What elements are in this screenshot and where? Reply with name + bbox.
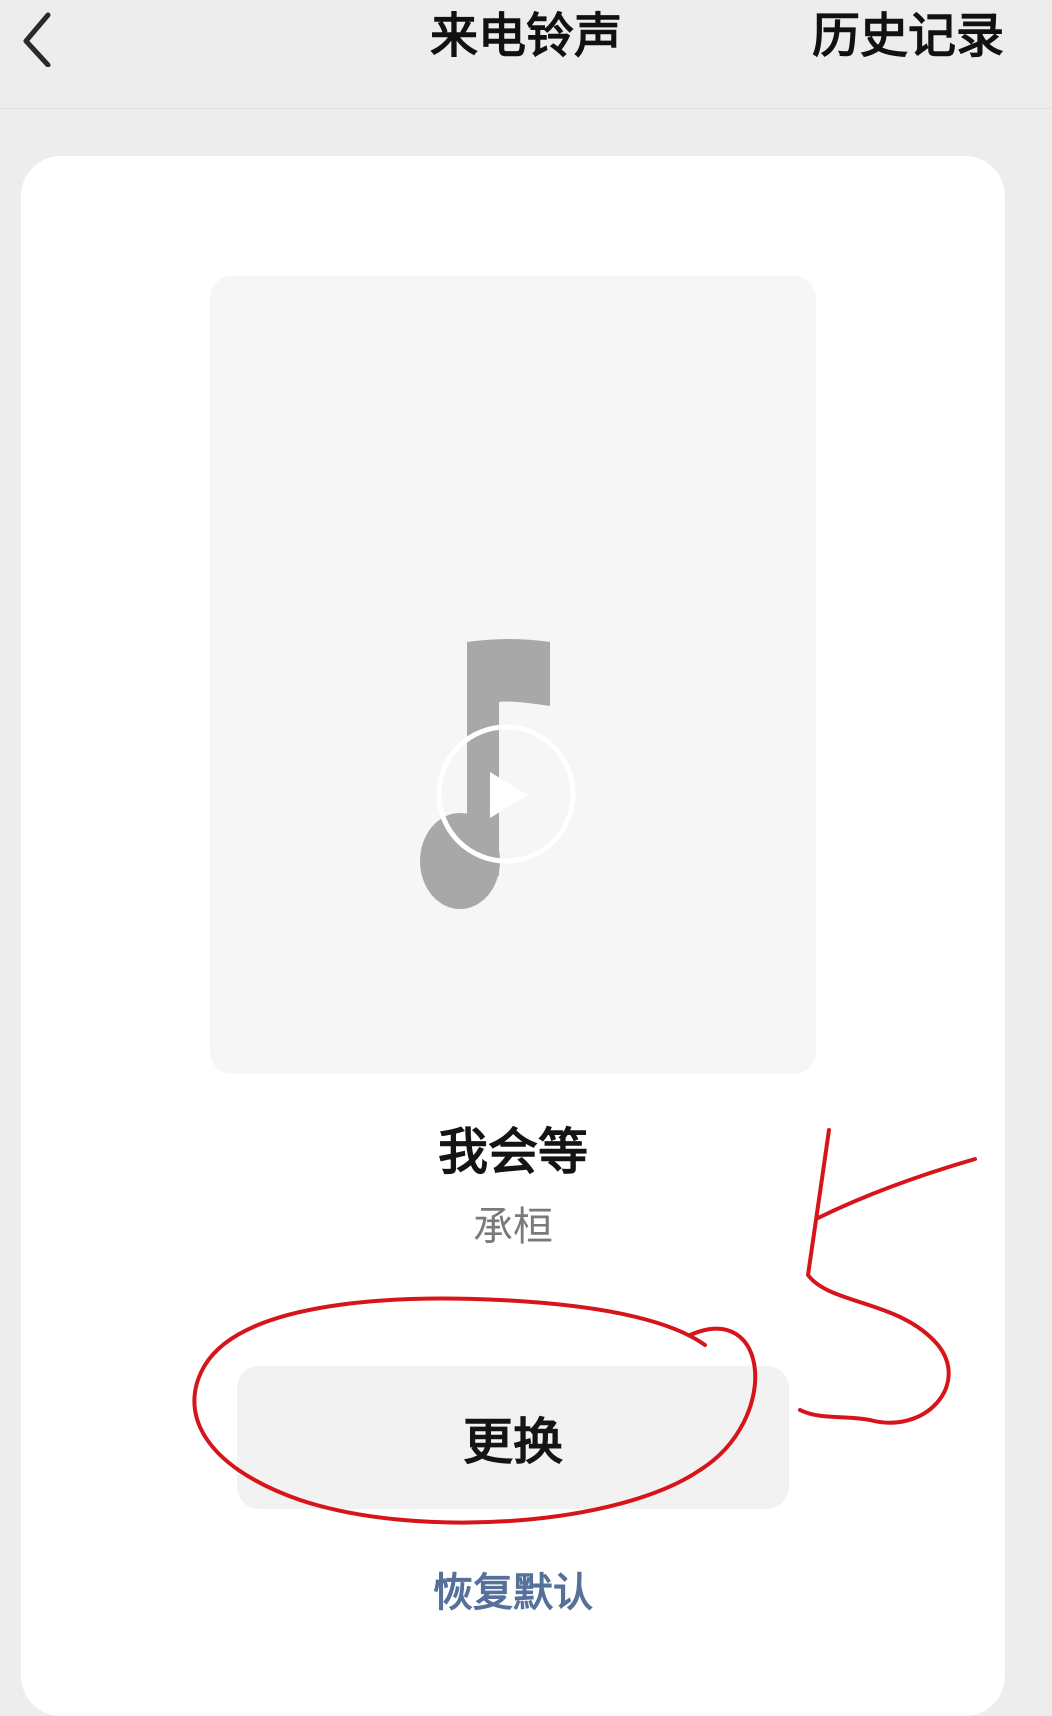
ringtone-cover[interactable]: [210, 276, 816, 1074]
top-bar: 来电铃声 历史记录: [0, 0, 1052, 109]
ringtone-card: 我会等 承桓 更换 恢复默认: [21, 156, 1005, 1716]
song-title: 我会等: [438, 1123, 588, 1181]
restore-default-link[interactable]: 恢复默认: [21, 1563, 1005, 1623]
play-button[interactable]: [436, 724, 576, 864]
artist-name: 承桓: [473, 1204, 553, 1250]
play-icon: [490, 772, 528, 818]
chevron-left-icon: [23, 12, 51, 67]
back-button[interactable]: [8, 2, 68, 72]
change-ringtone-button[interactable]: 更换: [237, 1366, 789, 1509]
page-title: 来电铃声: [429, 8, 622, 64]
history-button[interactable]: 历史记录: [812, 4, 1004, 68]
